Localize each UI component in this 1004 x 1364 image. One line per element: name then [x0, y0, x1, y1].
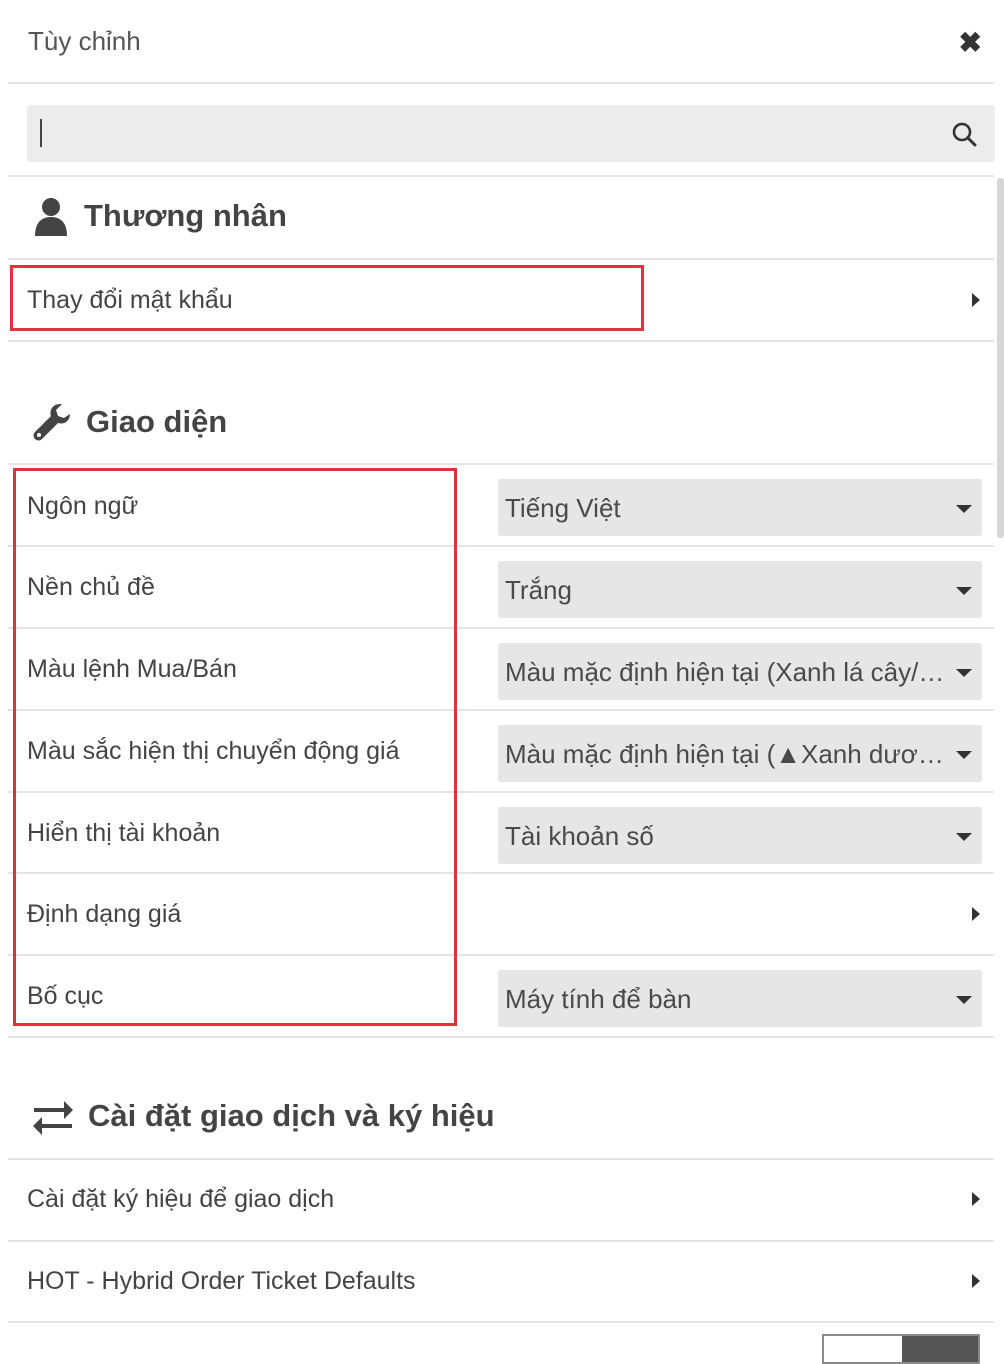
layout-select[interactable]: Máy tính để bàn: [498, 970, 982, 1027]
exchange-arrows-icon: [33, 1101, 73, 1135]
panel-title: Tùy chỉnh: [28, 26, 141, 56]
search-icon[interactable]: [951, 121, 977, 147]
buy-sell-color-value: Màu mặc định hiện tại (Xanh lá cây/…: [505, 657, 945, 687]
dropdown-arrow-icon: [956, 505, 972, 513]
user-icon: [35, 198, 67, 236]
search-input[interactable]: [27, 105, 995, 162]
divider: [8, 258, 994, 260]
dropdown-arrow-icon: [956, 833, 972, 841]
toggle-switch[interactable]: [822, 1334, 980, 1364]
hot-defaults-label: HOT - Hybrid Order Ticket Defaults: [27, 1267, 416, 1295]
price-movement-color-value: Màu mặc định hiện tại (▲Xanh dươ…: [505, 739, 944, 769]
divider: [8, 1321, 994, 1323]
account-display-select[interactable]: Tài khoản số: [498, 807, 982, 864]
settings-panel: { "header": { "title": "Tùy chỉnh", "clo…: [0, 0, 1004, 1364]
toggle-knob: [902, 1336, 978, 1362]
divider: [8, 82, 994, 84]
chevron-right-icon: [972, 1274, 980, 1288]
divider: [8, 463, 994, 465]
theme-select[interactable]: Trắng: [498, 561, 982, 618]
theme-value: Trắng: [505, 575, 572, 605]
chevron-right-icon: [972, 907, 980, 921]
divider: [8, 340, 994, 342]
price-movement-color-select[interactable]: Màu mặc định hiện tại (▲Xanh dươ…: [498, 725, 982, 782]
highlight-box: [13, 468, 457, 1026]
symbol-trading-settings-label: Cài đặt ký hiệu để giao dịch: [27, 1185, 335, 1213]
section-interface-header: Giao diện: [32, 402, 227, 442]
close-icon[interactable]: ✖: [959, 26, 982, 59]
dropdown-arrow-icon: [956, 669, 972, 677]
divider: [8, 1036, 994, 1038]
buy-sell-color-select[interactable]: Màu mặc định hiện tại (Xanh lá cây/…: [498, 643, 982, 700]
chevron-right-icon: [972, 293, 980, 307]
language-value: Tiếng Việt: [505, 493, 621, 523]
dropdown-arrow-icon: [956, 587, 972, 595]
dropdown-arrow-icon: [956, 751, 972, 759]
section-trader-header: Thương nhân: [32, 196, 287, 236]
section-title: Giao diện: [86, 404, 228, 439]
symbol-trading-settings-row[interactable]: Cài đặt ký hiệu để giao dịch: [8, 1160, 994, 1238]
highlight-box: [10, 265, 644, 331]
language-select[interactable]: Tiếng Việt: [498, 479, 982, 536]
section-trading-header: Cài đặt giao dịch và ký hiệu: [32, 1097, 495, 1135]
layout-value: Máy tính để bàn: [505, 984, 692, 1014]
divider: [8, 175, 994, 177]
hot-defaults-row[interactable]: HOT - Hybrid Order Ticket Defaults: [8, 1242, 994, 1320]
scrollbar[interactable]: [997, 178, 1004, 538]
text-cursor: [40, 119, 42, 147]
chevron-right-icon: [972, 1192, 980, 1206]
account-display-value: Tài khoản số: [505, 821, 654, 851]
section-title: Cài đặt giao dịch và ký hiệu: [88, 1098, 495, 1133]
wrench-icon: [33, 404, 70, 441]
dropdown-arrow-icon: [956, 996, 972, 1004]
section-title: Thương nhân: [84, 198, 287, 233]
